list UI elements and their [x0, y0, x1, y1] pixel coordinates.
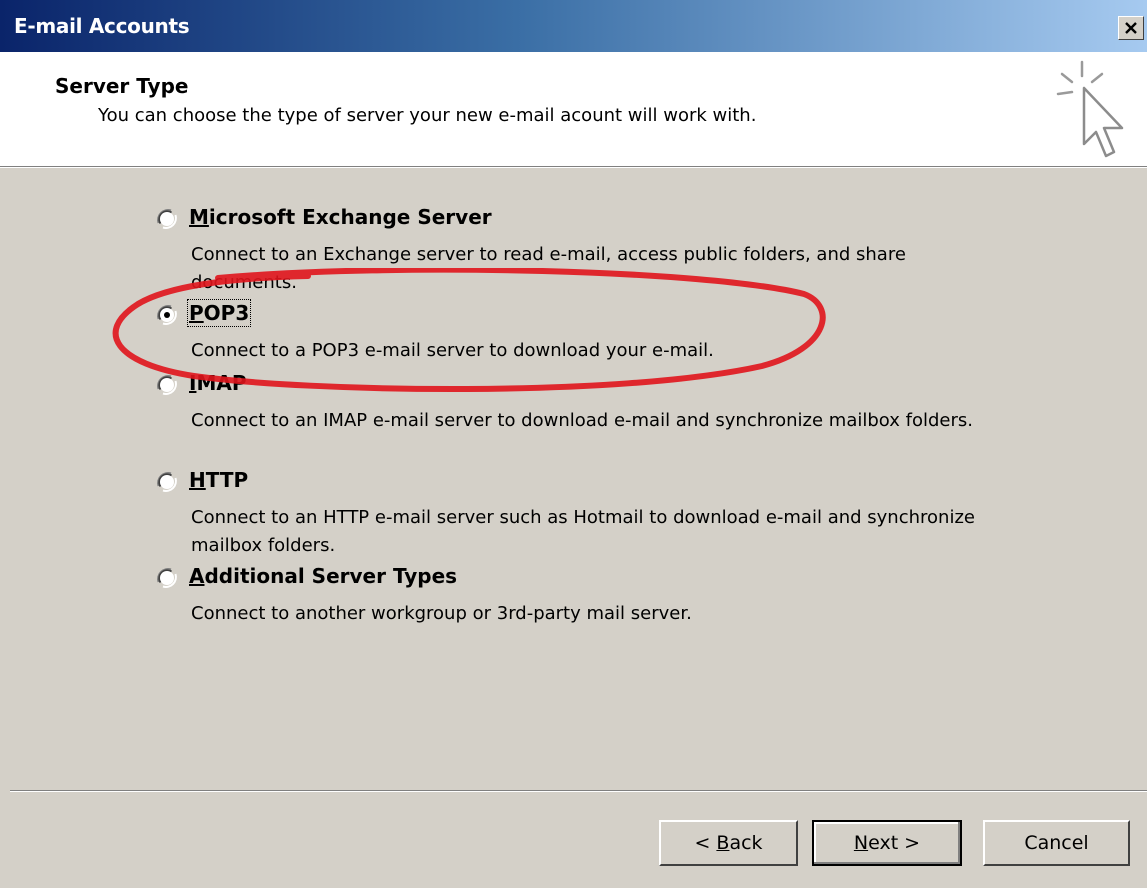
close-icon	[1125, 22, 1137, 34]
title-bar[interactable]: E-mail Accounts	[0, 0, 1147, 52]
window-title: E-mail Accounts	[14, 14, 190, 38]
radio-imap[interactable]	[155, 373, 179, 397]
cancel-button[interactable]: Cancel	[983, 820, 1130, 866]
option-label-http[interactable]: HTTP	[189, 468, 248, 492]
option-label-additional[interactable]: Additional Server Types	[189, 564, 457, 588]
email-accounts-dialog: E-mail Accounts Server Type You can choo…	[0, 0, 1147, 888]
option-desc-imap: Connect to an IMAP e-mail server to down…	[191, 410, 973, 431]
radio-additional[interactable]	[155, 566, 179, 590]
next-button[interactable]: Next >	[812, 820, 962, 866]
option-desc-additional: Connect to another workgroup or 3rd-part…	[191, 603, 692, 624]
option-label-imap[interactable]: IMAP	[189, 371, 247, 395]
page-title: Server Type	[55, 74, 189, 98]
wizard-header: Server Type You can choose the type of s…	[0, 52, 1147, 166]
radio-exchange[interactable]	[155, 207, 179, 231]
option-label-pop3[interactable]: POP3	[186, 299, 252, 327]
wizard-cursor-icon	[1056, 60, 1124, 158]
radio-http[interactable]	[155, 470, 179, 494]
back-button[interactable]: < Back	[659, 820, 798, 866]
option-label-exchange[interactable]: Microsoft Exchange Server	[189, 205, 492, 229]
radio-pop3-selected[interactable]	[155, 303, 179, 327]
option-desc-exchange: Connect to an Exchange server to read e-…	[191, 244, 906, 293]
option-desc-http: Connect to an HTTP e-mail server such as…	[191, 507, 975, 556]
option-desc-pop3: Connect to a POP3 e-mail server to downl…	[191, 340, 714, 361]
close-button[interactable]	[1118, 16, 1144, 40]
page-subtitle: You can choose the type of server your n…	[98, 105, 757, 126]
